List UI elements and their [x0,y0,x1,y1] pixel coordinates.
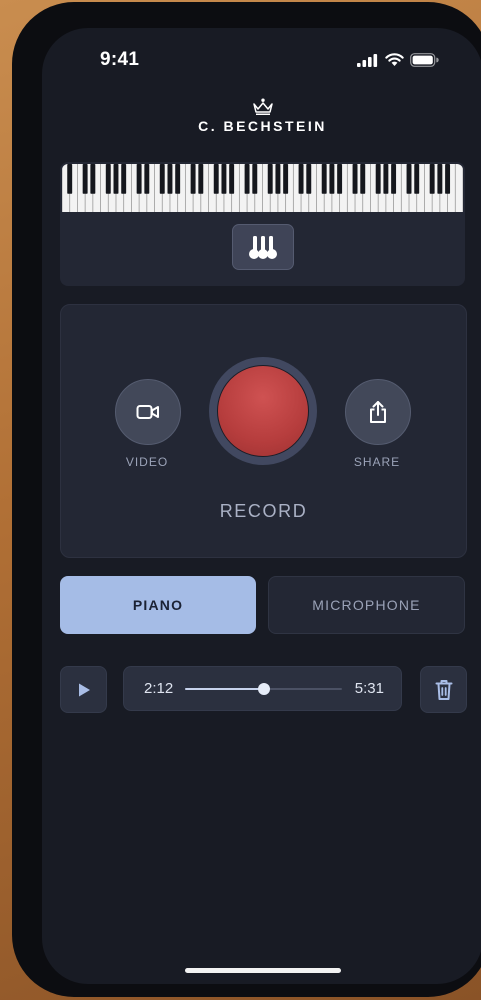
record-label: RECORD [219,501,308,521]
piano-mode-button[interactable] [232,224,294,270]
battery-icon [410,53,439,67]
playback-scrubber: 2:12 5:31 [123,666,402,711]
piano-keyboard-graphic [62,164,463,212]
video-button[interactable] [115,379,181,445]
current-time: 2:12 [144,680,174,697]
phone-frame: 9:41 C. BECHSTEIN VIDEO RECORD SHARE PIA… [12,2,481,997]
video-camera-icon [136,405,159,419]
share-icon [370,401,386,423]
total-time: 5:31 [354,680,384,697]
delete-button[interactable] [420,666,467,713]
share-button[interactable] [345,379,411,445]
scrub-track-fill [185,688,264,690]
home-indicator[interactable] [185,968,341,973]
record-button-core [217,365,309,457]
video-label: VIDEO [125,455,169,469]
scrub-track[interactable] [185,683,342,695]
source-piano-button[interactable]: PIANO [60,576,256,634]
source-microphone-button[interactable]: MICROPHONE [268,576,465,634]
piano-panel [60,162,465,286]
status-time: 9:41 [100,49,140,70]
status-bar: 9:41 [42,28,481,88]
play-button[interactable] [60,666,107,713]
record-panel: VIDEO RECORD SHARE [60,304,467,558]
piano-hammers-icon [249,236,277,259]
cellular-signal-icon [357,53,378,67]
trash-icon [435,679,452,700]
brand-logo: C. BECHSTEIN [42,98,481,134]
crown-icon [252,98,273,115]
record-button[interactable] [209,357,317,465]
piano-keyboard-icon [62,164,463,212]
play-icon [78,683,90,696]
wifi-icon [385,53,404,66]
scrub-thumb[interactable] [257,683,270,695]
app-screen: 9:41 C. BECHSTEIN VIDEO RECORD SHARE PIA… [42,28,481,984]
share-label: SHARE [353,455,401,469]
brand-name: C. BECHSTEIN [198,118,327,134]
